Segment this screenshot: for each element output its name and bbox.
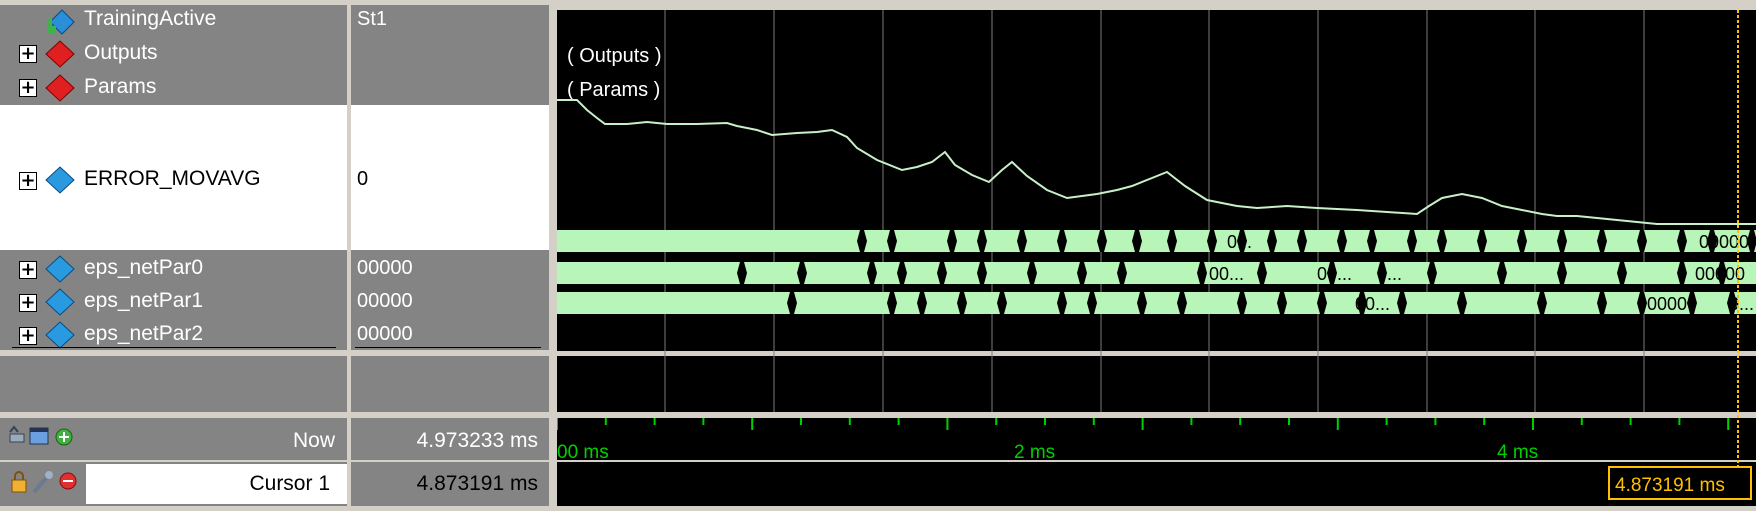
signal-diamond-blue-icon: [45, 321, 75, 349]
signal-diamond-blue-icon: [45, 166, 75, 194]
logic-signal-icon: [46, 9, 75, 35]
eps-netpar2-waveform[interactable]: 00... 00000 0...: [557, 292, 1756, 314]
timeline-tick-label: 2 ms: [1014, 442, 1055, 463]
signal-value-eps-netpar0: 00000: [357, 257, 413, 279]
bus-fill: [557, 230, 1756, 252]
column-separator[interactable]: [549, 0, 553, 506]
signal-group-header: [0, 5, 553, 105]
outputs-group-label: ( Outputs ): [567, 45, 661, 67]
signal-name-eps-netpar1[interactable]: eps_netPar1: [84, 287, 203, 315]
bus-value-label: 0...: [1729, 294, 1754, 314]
add-wave-icon[interactable]: [9, 425, 25, 443]
bus-fill: [557, 292, 1756, 314]
bus-value-label: 00000: [1637, 294, 1687, 314]
cursor-value: 4.873191 ms: [416, 472, 538, 495]
signal-name-eps-netpar2[interactable]: eps_netPar2: [84, 320, 203, 348]
pane-divider: [0, 460, 553, 462]
eps-netpar0-waveform[interactable]: 0... 00000: [557, 230, 1756, 252]
wrench-icon[interactable]: [32, 471, 53, 494]
bus-value-label: 00...: [1209, 264, 1244, 284]
bus-value-label: 00000: [1699, 232, 1749, 252]
time-ruler[interactable]: [556, 418, 1730, 430]
bus-value-label: 00...: [1355, 294, 1390, 314]
bus-value-label: 00...: [1317, 264, 1352, 284]
timeline-tick-label: 00 ms: [557, 442, 609, 463]
expand-eps-netpar2-icon[interactable]: +: [19, 327, 37, 345]
expand-params-icon[interactable]: +: [19, 79, 37, 97]
error-movavg-waveform[interactable]: [557, 99, 1756, 225]
pane-divider: [0, 412, 553, 418]
signal-name-trainingactive[interactable]: TrainingActive: [84, 5, 216, 33]
cursor-label[interactable]: Cursor 1: [200, 470, 330, 498]
pane-divider: [0, 351, 553, 356]
signal-value-trainingactive: St1: [357, 8, 388, 30]
group-diamond-red-icon: [45, 74, 75, 102]
signal-value-eps-netpar1: 00000: [357, 290, 413, 312]
selection-underline: [12, 347, 336, 348]
toolbar-icons-cursor: [11, 471, 77, 494]
timeline-tick-label: 4 ms: [1497, 442, 1538, 463]
toolbar-icons-now: [9, 425, 73, 446]
empty-signal-area: [0, 356, 553, 412]
signal-diamond-blue-icon: [45, 288, 75, 316]
now-value: 4.973233 ms: [416, 429, 538, 452]
waveform-pane[interactable]: ( Outputs ) ( Params ) 0... 00000 00... 00…: [556, 0, 1756, 506]
signal-rows-bus: [0, 250, 553, 350]
expand-eps-netpar1-icon[interactable]: +: [19, 294, 37, 312]
bus-value-label: 0...: [1377, 264, 1402, 284]
add-cursor-icon[interactable]: [55, 428, 73, 446]
group-diamond-red-icon: [45, 40, 75, 68]
signal-value-error-movavg: 0: [357, 168, 369, 190]
lock-icon[interactable]: [11, 471, 27, 493]
expand-eps-netpar0-icon[interactable]: +: [19, 261, 37, 279]
signal-name-eps-netpar0[interactable]: eps_netPar0: [84, 254, 203, 282]
column-separator[interactable]: [347, 0, 351, 506]
waveform-canvas[interactable]: ( Outputs ) ( Params ) 0... 00000 00... 00…: [556, 0, 1756, 506]
now-label: Now: [292, 429, 335, 452]
bus-fill: [557, 262, 1756, 284]
remove-cursor-icon[interactable]: [59, 472, 77, 490]
params-group-label: ( Params ): [567, 79, 660, 101]
bus-value-label: 0...: [1227, 232, 1252, 252]
expand-outputs-icon[interactable]: +: [19, 45, 37, 63]
window-icon[interactable]: [29, 427, 49, 445]
signal-name-outputs[interactable]: Outputs: [84, 39, 158, 67]
signal-name-params[interactable]: Params: [84, 73, 156, 101]
expand-error-movavg-icon[interactable]: +: [19, 172, 37, 190]
signal-name-error-movavg[interactable]: ERROR_MOVAVG: [84, 165, 261, 193]
signal-row-error-movavg[interactable]: [0, 105, 553, 250]
selection-underline: [355, 347, 541, 348]
eps-netpar1-waveform[interactable]: 00... 00... 0... 00000: [557, 262, 1756, 284]
signal-names-pane: TrainingActive St1 + Outputs + Params + …: [0, 0, 553, 506]
signal-value-eps-netpar2: 00000: [357, 323, 413, 345]
signal-diamond-blue-icon: [45, 255, 75, 283]
cursor-marker-label: 4.873191 ms: [1615, 475, 1725, 496]
